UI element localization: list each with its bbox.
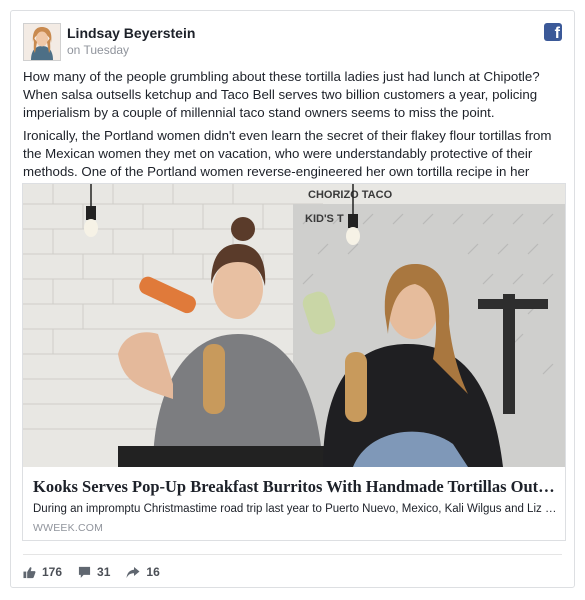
share-arrow-icon: [126, 566, 140, 578]
link-title[interactable]: Kooks Serves Pop-Up Breakfast Burritos W…: [33, 477, 558, 497]
footer-divider: [23, 554, 562, 555]
facebook-icon[interactable]: f: [544, 23, 562, 41]
author-name[interactable]: Lindsay Beyerstein: [67, 25, 195, 41]
photo-sign-text-1: CHORIZO TACO: [308, 189, 393, 201]
link-preview[interactable]: CHORIZO TACO KID'S T Kooks Serves Pop-Up…: [22, 183, 566, 541]
shares-count[interactable]: 16: [126, 565, 160, 579]
post-timestamp[interactable]: on Tuesday: [67, 43, 129, 57]
post-footer: 176 31 16: [23, 563, 176, 581]
likes-count-label: 176: [42, 565, 63, 579]
link-domain: WWEEK.COM: [33, 522, 104, 534]
link-preview-image[interactable]: CHORIZO TACO KID'S T: [23, 184, 565, 467]
facebook-post-card: Lindsay Beyerstein on Tuesday f How many…: [10, 10, 575, 588]
avatar[interactable]: [23, 23, 61, 61]
likes-count[interactable]: 176: [23, 565, 62, 579]
comments-count-label: 31: [97, 565, 111, 579]
photo-sign-text-2: KID'S T: [305, 213, 344, 225]
comments-count[interactable]: 31: [78, 565, 110, 579]
link-info[interactable]: Kooks Serves Pop-Up Breakfast Burritos W…: [23, 467, 565, 540]
link-description: During an impromptu Christmastime road t…: [33, 503, 558, 515]
post-paragraph-1: How many of the people grumbling about t…: [23, 69, 540, 120]
thumbs-up-icon: [23, 566, 36, 578]
comment-icon: [78, 566, 91, 578]
shares-count-label: 16: [146, 565, 160, 579]
post-header: Lindsay Beyerstein on Tuesday f: [23, 23, 562, 63]
